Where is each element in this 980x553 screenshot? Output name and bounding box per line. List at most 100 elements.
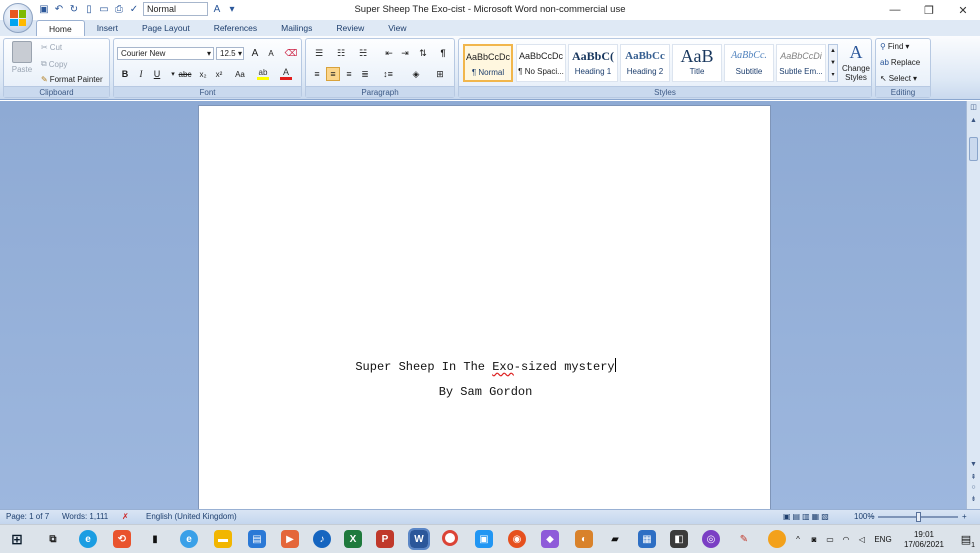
- next-page-icon[interactable]: ⇟: [967, 495, 980, 503]
- line-spacing-button[interactable]: ↕≡: [378, 67, 398, 81]
- language-status[interactable]: English (United Kingdom): [146, 512, 237, 521]
- strikethrough-button[interactable]: abc: [178, 67, 192, 81]
- find-button[interactable]: ⚲ Find ▾: [880, 42, 909, 51]
- app-icon-7[interactable]: ◧: [670, 530, 688, 548]
- italic-button[interactable]: I: [134, 67, 148, 81]
- change-styles-button[interactable]: A Change Styles: [841, 42, 871, 82]
- underline-button[interactable]: U: [150, 67, 164, 81]
- tab-mailings[interactable]: Mailings: [269, 20, 324, 36]
- borders-button[interactable]: ⊞: [430, 67, 450, 81]
- select-button[interactable]: ↖ Select ▾: [880, 74, 917, 83]
- change-case-button[interactable]: Aa: [230, 67, 250, 81]
- multilevel-list-button[interactable]: ☵: [354, 46, 372, 60]
- wifi-icon[interactable]: ◠: [838, 535, 854, 544]
- app-icon-3[interactable]: ▣: [475, 530, 493, 548]
- misspelled-word[interactable]: Exo: [492, 360, 514, 374]
- word-count[interactable]: Words: 1,111: [62, 512, 108, 521]
- app-icon-5[interactable]: ◐: [575, 530, 593, 548]
- app-icon-9[interactable]: ✎: [735, 530, 753, 548]
- zoom-out-icon[interactable]: −: [870, 512, 875, 521]
- chevron-up-icon[interactable]: ^: [790, 535, 806, 544]
- battery-icon[interactable]: ▭: [822, 535, 838, 544]
- format-painter-button[interactable]: ✎ Format Painter: [41, 75, 103, 84]
- volume-icon[interactable]: ◁: [854, 535, 870, 544]
- word-icon[interactable]: W: [408, 528, 430, 550]
- font-color-button[interactable]: A: [277, 67, 295, 81]
- justify-button[interactable]: ≣: [358, 67, 372, 81]
- tab-page-layout[interactable]: Page Layout: [130, 20, 202, 36]
- show-formatting-button[interactable]: ¶: [436, 46, 450, 60]
- style-title[interactable]: AaB Title: [672, 44, 722, 82]
- scroll-thumb[interactable]: [969, 137, 978, 161]
- edge-icon[interactable]: e: [79, 530, 97, 548]
- scroll-up-icon[interactable]: ▲: [967, 117, 980, 124]
- view-buttons[interactable]: ▣▤▥▦▧: [783, 512, 831, 521]
- scroll-down-icon[interactable]: ▼: [967, 461, 980, 468]
- ruler-toggle-icon[interactable]: ◫: [967, 103, 980, 111]
- internet-explorer-icon[interactable]: e: [180, 530, 198, 548]
- document-page[interactable]: Super Sheep In The Exo-sized mystery By …: [198, 105, 771, 515]
- style-subtle-emphasis[interactable]: AaBbCcDi Subtle Em...: [776, 44, 826, 82]
- style-normal[interactable]: AaBbCcDc ¶ Normal: [463, 44, 513, 82]
- style-no-spacing[interactable]: AaBbCcDc ¶ No Spaci...: [516, 44, 566, 82]
- shading-button[interactable]: ◈: [406, 67, 426, 81]
- app-icon-4[interactable]: ◆: [541, 530, 559, 548]
- document-title-line[interactable]: Super Sheep In The Exo-sized mystery: [199, 358, 772, 374]
- minimize-icon[interactable]: —: [878, 0, 912, 20]
- input-language[interactable]: ENG: [870, 535, 896, 544]
- clock[interactable]: 19:01 17/06/2021: [896, 530, 952, 550]
- font-family-select[interactable]: Courier New ▾: [117, 47, 214, 60]
- excel-icon[interactable]: X: [344, 530, 362, 548]
- zoom-in-icon[interactable]: +: [962, 512, 967, 521]
- media-player-icon[interactable]: ▶: [281, 530, 299, 548]
- align-left-button[interactable]: ≡: [310, 67, 324, 81]
- copy-button[interactable]: ⧉ Copy: [41, 59, 67, 69]
- superscript-button[interactable]: x²: [212, 67, 226, 81]
- replace-button[interactable]: ab Replace: [880, 58, 920, 67]
- zoom-slider-knob[interactable]: [916, 512, 921, 522]
- tab-view[interactable]: View: [376, 20, 418, 36]
- camera-icon[interactable]: ◙: [806, 535, 822, 544]
- chrome-icon[interactable]: [442, 530, 458, 546]
- tab-home[interactable]: Home: [36, 20, 85, 36]
- subscript-button[interactable]: x₂: [196, 67, 210, 81]
- restore-icon[interactable]: ❐: [912, 0, 946, 20]
- style-heading-2[interactable]: AaBbCc Heading 2: [620, 44, 670, 82]
- tab-review[interactable]: Review: [324, 20, 376, 36]
- shrink-font-button[interactable]: A: [264, 46, 278, 60]
- tab-insert[interactable]: Insert: [85, 20, 130, 36]
- close-icon[interactable]: ✕: [946, 0, 980, 20]
- headphones-icon[interactable]: ♪: [313, 530, 331, 548]
- grow-font-button[interactable]: A: [248, 46, 262, 60]
- browse-object-icon[interactable]: ○: [967, 484, 980, 491]
- font-size-select[interactable]: 12.5 ▾: [216, 47, 244, 60]
- tab-references[interactable]: References: [202, 20, 269, 36]
- app-icon-8[interactable]: ◎: [702, 530, 720, 548]
- file-explorer-icon[interactable]: ▬: [214, 530, 232, 548]
- windows-start-icon[interactable]: ⊞: [8, 530, 26, 548]
- proofing-icon[interactable]: ✗: [122, 512, 129, 521]
- game-controller-icon[interactable]: ▰: [606, 530, 624, 548]
- notification-button[interactable]: ▤ 1: [952, 533, 980, 549]
- numbering-button[interactable]: ☷: [332, 46, 350, 60]
- app-icon-6[interactable]: ▦: [638, 530, 656, 548]
- bullets-button[interactable]: ☰: [310, 46, 328, 60]
- increase-indent-button[interactable]: ⇥: [398, 46, 412, 60]
- app-icon-1[interactable]: ⟲: [113, 530, 131, 548]
- decrease-indent-button[interactable]: ⇤: [382, 46, 396, 60]
- page-count[interactable]: Page: 1 of 7: [6, 512, 49, 521]
- clear-formatting-button[interactable]: ⌫: [284, 46, 298, 60]
- highlight-button[interactable]: ab: [254, 67, 272, 81]
- style-subtitle[interactable]: AaBbCc. Subtitle: [724, 44, 774, 82]
- document-byline[interactable]: By Sam Gordon: [199, 385, 772, 399]
- app-icon-2[interactable]: ▤: [248, 530, 266, 548]
- pdf-icon[interactable]: P: [376, 530, 394, 548]
- task-view-icon[interactable]: ⧉: [44, 530, 62, 548]
- style-heading-1[interactable]: AaBbC( Heading 1: [568, 44, 618, 82]
- previous-page-icon[interactable]: ⇞: [967, 473, 980, 481]
- firefox-icon[interactable]: ◉: [508, 530, 526, 548]
- office-button[interactable]: [3, 3, 33, 33]
- bold-button[interactable]: B: [118, 67, 132, 81]
- align-right-button[interactable]: ≡: [342, 67, 356, 81]
- phone-icon[interactable]: ▮: [146, 530, 164, 548]
